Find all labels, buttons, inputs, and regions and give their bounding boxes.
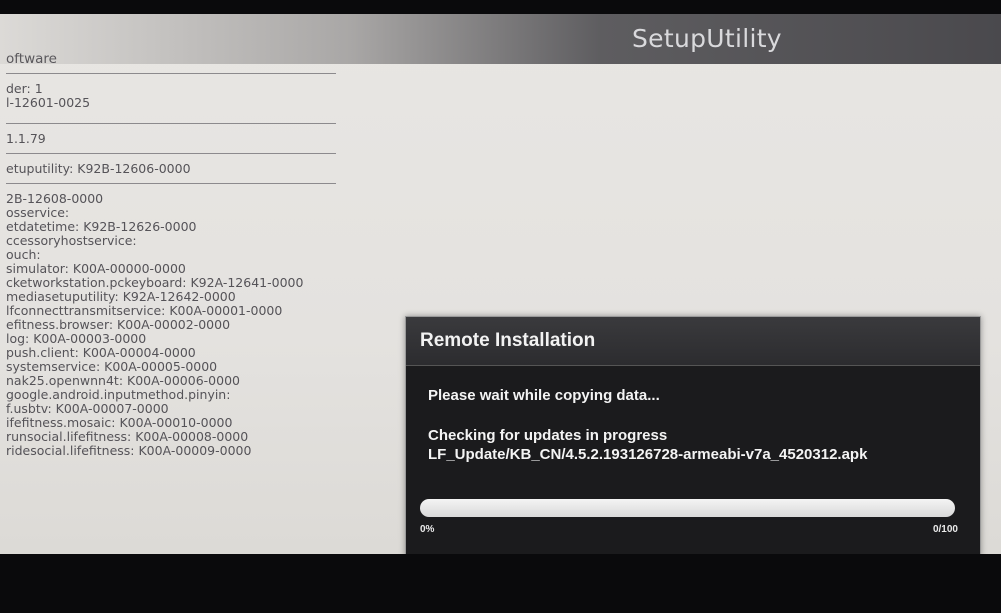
progress-bar bbox=[420, 499, 955, 517]
divider bbox=[6, 123, 336, 124]
info-line: der: 1 bbox=[6, 82, 43, 96]
info-line: osservice: bbox=[6, 206, 70, 220]
file-path: LF_Update/KB_CN/4.5.2.193126728-armeabi-… bbox=[428, 446, 868, 463]
wait-message: Please wait while copying data... bbox=[428, 387, 660, 404]
section-heading: oftware bbox=[6, 52, 57, 66]
progress-count: 0/100 bbox=[932, 524, 958, 535]
info-line: etuputility: K92B-12606-0000 bbox=[6, 162, 191, 176]
divider bbox=[6, 183, 336, 184]
info-line: ouch: bbox=[6, 248, 41, 262]
info-line: nak25.openwnn4t: K00A-00006-0000 bbox=[6, 374, 240, 388]
info-line: runsocial.lifefitness: K00A-00008-0000 bbox=[6, 430, 249, 444]
info-line: f.usbtv: K00A-00007-0000 bbox=[6, 402, 169, 416]
status-message: Checking for updates in progress bbox=[428, 427, 668, 444]
info-line: ccessoryhostservice: bbox=[6, 234, 137, 248]
info-line: 2B-12608-0000 bbox=[6, 192, 104, 206]
info-line: push.client: K00A-00004-0000 bbox=[6, 346, 196, 360]
tv-screen: SetupUtility oftware der: 1 l-12601-0025… bbox=[0, 14, 1001, 554]
dialog-title: Remote Installation bbox=[420, 330, 596, 351]
software-info-panel: oftware der: 1 l-12601-0025 1.1.79 etupu… bbox=[6, 52, 336, 458]
divider bbox=[6, 73, 336, 74]
app-title: SetupUtility bbox=[632, 24, 782, 53]
info-line: etdatetime: K92B-12626-0000 bbox=[6, 220, 197, 234]
dialog-header: Remote Installation bbox=[406, 317, 980, 366]
info-line: mediasetuputility: K92A-12642-0000 bbox=[6, 290, 236, 304]
info-line: l-12601-0025 bbox=[6, 96, 91, 110]
progress-percent: 0% bbox=[420, 524, 435, 535]
info-line: ifefitness.mosaic: K00A-00010-0000 bbox=[6, 416, 233, 430]
info-line: lfconnecttransmitservice: K00A-00001-000… bbox=[6, 304, 283, 318]
info-line: cketworkstation.pckeyboard: K92A-12641-0… bbox=[6, 276, 304, 290]
info-line: simulator: K00A-00000-0000 bbox=[6, 262, 186, 276]
info-line: google.android.inputmethod.pinyin: bbox=[6, 388, 231, 402]
info-line: log: K00A-00003-0000 bbox=[6, 332, 147, 346]
info-line: 1.1.79 bbox=[6, 132, 46, 146]
divider bbox=[6, 153, 336, 154]
remote-installation-dialog: Remote Installation Please wait while co… bbox=[405, 316, 981, 554]
info-line: systemservice: K00A-00005-0000 bbox=[6, 360, 218, 374]
info-line: ridesocial.lifefitness: K00A-00009-0000 bbox=[6, 444, 252, 458]
info-line: efitness.browser: K00A-00002-0000 bbox=[6, 318, 231, 332]
